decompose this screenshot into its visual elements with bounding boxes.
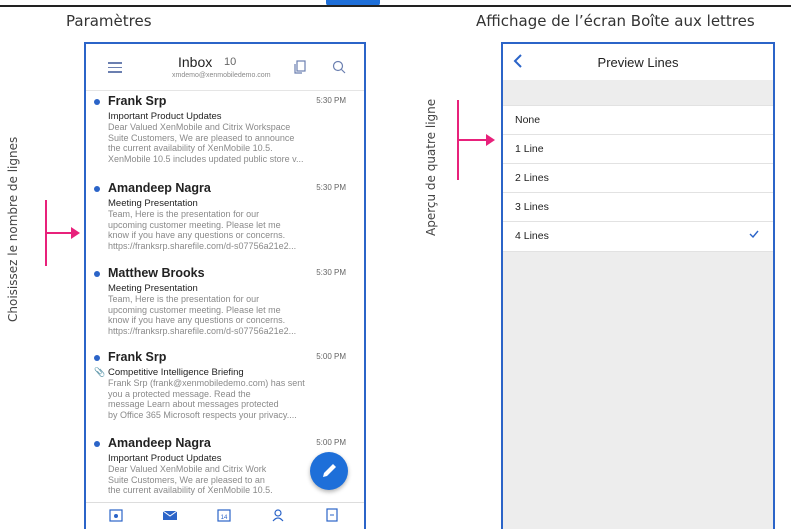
message-subject: Competitive Intelligence Briefing	[108, 367, 244, 378]
side-label-choose-lines: Choisissez le nombre de lignes	[6, 136, 20, 322]
calendar-14-icon[interactable]: 14	[216, 507, 232, 523]
message-subject: Important Product Updates	[108, 453, 222, 464]
message-time: 5:00 PM	[316, 352, 346, 361]
section-spacer	[503, 80, 773, 105]
message-sender: Matthew Brooks	[108, 266, 205, 280]
message-sender: Frank Srp	[108, 94, 167, 108]
message-time: 5:30 PM	[316, 183, 346, 192]
message-time: 5:30 PM	[316, 96, 346, 105]
unread-dot-icon	[94, 186, 100, 192]
inbox-title: Inbox	[178, 54, 213, 70]
message-preview: Dear Valued XenMobile and Citrix Workspa…	[108, 122, 304, 164]
annotation-arrow-line-left	[45, 232, 72, 234]
message-sender: Amandeep Nagra	[108, 181, 211, 195]
option-label: 3 Lines	[515, 201, 549, 213]
message-preview: Team, Here is the presentation for our up…	[108, 209, 297, 251]
option-label: 2 Lines	[515, 172, 549, 184]
annotation-arrowhead-left	[71, 227, 80, 239]
inbox-phone-screen: Inbox 10 xmdemo@xenmobiledemo.com Frank …	[84, 42, 366, 529]
side-label-four-line-preview: Aperçu de quatre ligne	[424, 98, 438, 236]
message-subject: Meeting Presentation	[108, 198, 198, 209]
option-none[interactable]: None	[503, 105, 773, 135]
option-3-lines[interactable]: 3 Lines	[503, 192, 773, 222]
document-icon[interactable]	[324, 507, 340, 523]
menu-icon[interactable]	[108, 62, 122, 73]
page-title: Preview Lines	[597, 55, 679, 70]
compose-button[interactable]	[310, 452, 348, 490]
option-label: 1 Line	[515, 143, 544, 155]
svg-text:14: 14	[221, 515, 228, 521]
unread-dot-icon	[94, 99, 100, 105]
inbox-unread-count: 10	[224, 56, 237, 68]
inbox-account: xmdemo@xenmobiledemo.com	[172, 72, 271, 79]
option-label: None	[515, 114, 541, 126]
unread-dot-icon	[94, 271, 100, 277]
pencil-icon	[323, 464, 336, 477]
option-label: 4 Lines	[515, 230, 549, 242]
checkmark-icon	[749, 230, 759, 238]
attachment-icon: 📎	[94, 367, 106, 377]
option-4-lines[interactable]: 4 Lines	[503, 221, 773, 252]
preview-lines-phone-screen: Preview Lines None 1 Line 2 Lines 3 Line…	[501, 42, 775, 529]
unread-dot-icon	[94, 355, 100, 361]
caption-settings: Paramètres	[66, 12, 152, 30]
option-1-line[interactable]: 1 Line	[503, 134, 773, 164]
message-time: 5:00 PM	[316, 438, 346, 447]
people-icon[interactable]	[270, 507, 286, 523]
navigation-bar: Preview Lines	[503, 44, 773, 80]
mail-icon[interactable]	[162, 507, 178, 523]
message-subject: Important Product Updates	[108, 111, 222, 122]
message-preview: Team, Here is the presentation for our up…	[108, 294, 297, 336]
bottom-tab-bar: 14	[86, 502, 364, 529]
annotation-arrow-line-right	[457, 139, 487, 141]
message-time: 5:30 PM	[316, 268, 346, 277]
message-sender: Frank Srp	[108, 350, 167, 364]
message-sender: Amandeep Nagra	[108, 436, 211, 450]
calendar-star-icon[interactable]	[108, 507, 124, 523]
caption-mailbox-view: Affichage de l’écran Boîte aux lettres	[476, 12, 755, 30]
inbox-header: Inbox 10 xmdemo@xenmobiledemo.com	[86, 44, 364, 91]
annotation-arrowhead-right	[486, 134, 495, 146]
message-subject: Meeting Presentation	[108, 283, 198, 294]
option-2-lines[interactable]: 2 Lines	[503, 163, 773, 193]
top-divider	[0, 5, 791, 7]
message-preview: Frank Srp (frank@xenmobiledemo.com) has …	[108, 378, 305, 420]
copy-icon[interactable]	[294, 60, 306, 74]
unread-dot-icon	[94, 441, 100, 447]
search-icon[interactable]	[332, 60, 346, 74]
